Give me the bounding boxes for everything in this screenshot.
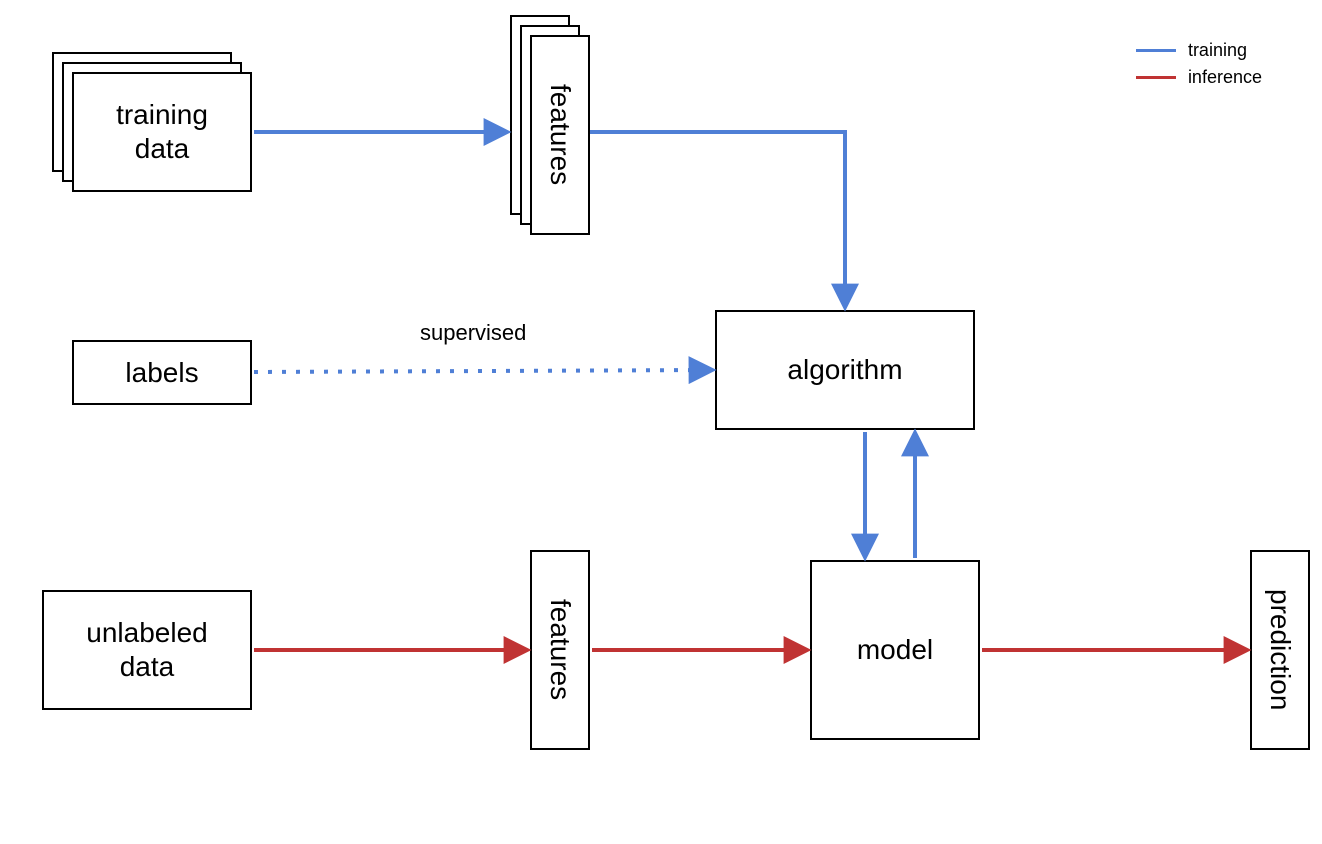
algorithm-box: algorithm (715, 310, 975, 430)
prediction-label: prediction (1263, 589, 1297, 710)
model-box: model (810, 560, 980, 740)
ml-pipeline-diagram: training data features labels algorithm … (0, 0, 1322, 844)
legend-training-label: training (1188, 40, 1247, 61)
legend-training: training (1136, 40, 1262, 61)
edge-features-algorithm (590, 132, 845, 306)
features-bottom-label: features (543, 599, 577, 700)
unlabeled-data-label: unlabeled data (86, 616, 207, 683)
prediction-box: prediction (1250, 550, 1310, 750)
legend-training-swatch (1136, 49, 1176, 52)
supervised-edge-label: supervised (420, 320, 526, 346)
unlabeled-data-box: unlabeled data (42, 590, 252, 710)
labels-label: labels (125, 356, 198, 390)
features-bottom-box: features (530, 550, 590, 750)
model-label: model (857, 633, 933, 667)
features-top-box: features (530, 35, 590, 235)
legend-inference-label: inference (1188, 67, 1262, 88)
training-data-label: training data (116, 98, 208, 165)
labels-box: labels (72, 340, 252, 405)
legend-inference-swatch (1136, 76, 1176, 79)
edge-labels-algorithm (254, 370, 711, 372)
training-data-box: training data (72, 72, 252, 192)
legend-inference: inference (1136, 67, 1262, 88)
features-top-label: features (543, 84, 577, 185)
legend: training inference (1136, 40, 1262, 94)
algorithm-label: algorithm (787, 353, 902, 387)
